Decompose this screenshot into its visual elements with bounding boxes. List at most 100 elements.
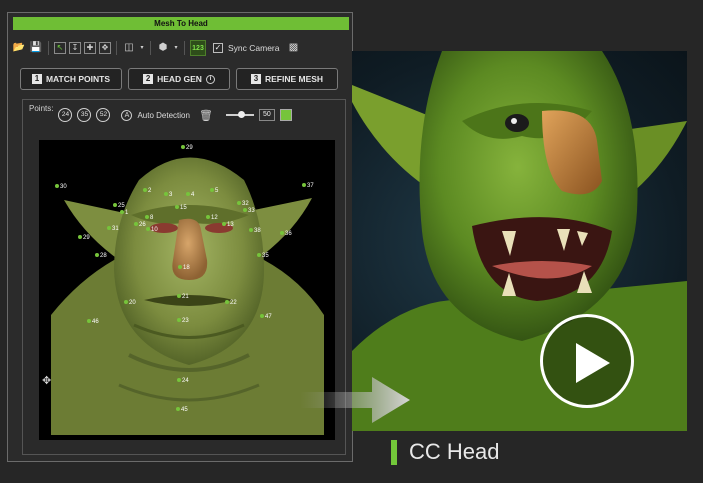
landmark-point[interactable] (177, 318, 181, 322)
mesh-viewport[interactable]: 29 30 37 2 3 4 5 25 32 1 33 15 8 12 31 26 13 38 10 29 36 28 35… (39, 140, 335, 440)
landmark-point[interactable] (87, 319, 91, 323)
landmark-point[interactable] (107, 226, 111, 230)
auto-detection-label[interactable]: Auto Detection (137, 111, 189, 120)
cc-head-caption: CC Head (391, 439, 499, 465)
point-color-swatch[interactable] (279, 109, 292, 121)
landmark-label: 29 (186, 145, 193, 151)
landmark-point[interactable] (120, 210, 124, 214)
landmark-label: 30 (60, 184, 67, 190)
point-numbers-toggle[interactable]: 123 (190, 40, 206, 56)
landmark-label: 12 (211, 215, 218, 221)
landmark-label: 33 (248, 208, 255, 214)
landmark-label: 21 (182, 294, 189, 300)
caption-accent-bar (391, 439, 397, 465)
landmark-point[interactable] (280, 231, 284, 235)
landmark-point[interactable] (257, 253, 261, 257)
step-label: REFINE MESH (264, 74, 324, 84)
play-icon (576, 343, 610, 383)
landmark-label: 38 (254, 228, 261, 234)
align-icon[interactable]: ✥ (99, 42, 111, 54)
points-mode-52[interactable]: 52 (96, 108, 111, 122)
landmark-label: 29 (83, 235, 90, 241)
landmark-point[interactable] (206, 215, 210, 219)
landmark-point[interactable] (178, 265, 182, 269)
landmark-point[interactable] (243, 208, 247, 212)
transform-icon[interactable]: ✚ (84, 42, 96, 54)
match-points-button[interactable]: 1 MATCH POINTS (20, 68, 122, 90)
landmark-point[interactable] (249, 228, 253, 232)
point-size-slider[interactable] (225, 111, 254, 118)
open-folder-icon[interactable]: 📂 (12, 41, 26, 55)
landmark-point[interactable] (145, 215, 149, 219)
cube-dropdown-icon[interactable]: ▾ (173, 41, 179, 55)
trash-icon[interactable]: 🗑 (199, 109, 213, 122)
landmark-label: 28 (100, 253, 107, 259)
match-points-panel: Points: 24 35 52 A Auto Detection 🗑 50 2… (22, 99, 346, 455)
orc-render (352, 51, 687, 431)
landmark-label: 22 (230, 300, 237, 306)
step-label: HEAD GEN (157, 74, 202, 84)
landmark-label: 26 (139, 222, 146, 228)
step-label: MATCH POINTS (45, 74, 111, 84)
cc-head-preview (352, 51, 687, 431)
landmark-label: 24 (182, 378, 189, 384)
mesh-render: 2930 3723 4525 321 33158 123126 133810293628 35… (51, 145, 324, 435)
landmark-point[interactable] (95, 253, 99, 257)
landmark-point[interactable] (146, 227, 150, 231)
info-icon[interactable]: i (205, 74, 215, 84)
landmark-label: 20 (129, 300, 136, 306)
points-mode-35[interactable]: 35 (77, 108, 92, 122)
landmark-point[interactable] (225, 300, 229, 304)
points-mode-24[interactable]: 24 (58, 108, 73, 122)
slider-knob[interactable] (237, 111, 245, 118)
landmark-label: 23 (182, 318, 189, 324)
save-icon[interactable]: 💾 (29, 41, 43, 55)
layers-dropdown-icon[interactable]: ▾ (139, 41, 145, 55)
landmark-point[interactable] (175, 205, 179, 209)
cube-icon[interactable]: ⬢ (156, 41, 170, 55)
landmark-point[interactable] (55, 184, 59, 188)
landmark-label: 45 (181, 407, 188, 413)
landmark-point[interactable] (177, 378, 181, 382)
play-button[interactable] (540, 314, 634, 408)
landmark-point[interactable] (134, 222, 138, 226)
landmark-point[interactable] (124, 300, 128, 304)
landmark-point[interactable] (222, 222, 226, 226)
toolbar-divider (150, 41, 151, 55)
landmark-label: 18 (183, 265, 190, 271)
landmark-point[interactable] (237, 201, 241, 205)
point-size-field[interactable]: 50 (258, 109, 275, 121)
landmark-point[interactable] (302, 183, 306, 187)
move-gizmo-icon[interactable]: ✥ (42, 374, 51, 387)
landmark-point[interactable] (143, 188, 147, 192)
landmark-point[interactable] (176, 407, 180, 411)
landmark-point[interactable] (113, 203, 117, 207)
landmark-label: 37 (307, 183, 314, 189)
head-gen-button[interactable]: 2 HEAD GEN i (128, 68, 230, 90)
pick-cursor-icon[interactable]: ↖ (54, 42, 66, 54)
landmark-label: 46 (92, 319, 99, 325)
step-number: 1 (31, 74, 42, 84)
refine-mesh-button[interactable]: 3 REFINE MESH (236, 68, 338, 90)
sync-camera-label: Sync Camera (228, 43, 280, 53)
landmark-point[interactable] (177, 294, 181, 298)
toolbar: 📂 💾 ↖ ↧ ✚ ✥ ◫ ▾ ⬢ ▾ 123 ✓ Sync Camera ▩ (12, 37, 348, 59)
landmark-point[interactable] (181, 145, 185, 149)
step-number: 3 (250, 74, 261, 84)
sync-camera-checkbox[interactable]: ✓ (213, 43, 223, 53)
step-number: 2 (143, 74, 154, 84)
landmark-label: 32 (242, 201, 249, 207)
landmark-point[interactable] (260, 314, 264, 318)
camera-icon[interactable]: ▩ (287, 41, 301, 55)
landmark-label: 31 (112, 226, 119, 232)
landmark-point[interactable] (186, 192, 190, 196)
landmark-point[interactable] (164, 192, 168, 196)
landmark-point[interactable] (78, 235, 82, 239)
arrow-icon (300, 377, 410, 423)
auto-detection-icon[interactable]: A (121, 109, 133, 121)
landmark-label: 35 (262, 253, 269, 259)
import-mesh-icon[interactable]: ↧ (69, 42, 81, 54)
landmark-label: 13 (227, 222, 234, 228)
layers-icon[interactable]: ◫ (122, 41, 136, 55)
landmark-point[interactable] (210, 188, 214, 192)
